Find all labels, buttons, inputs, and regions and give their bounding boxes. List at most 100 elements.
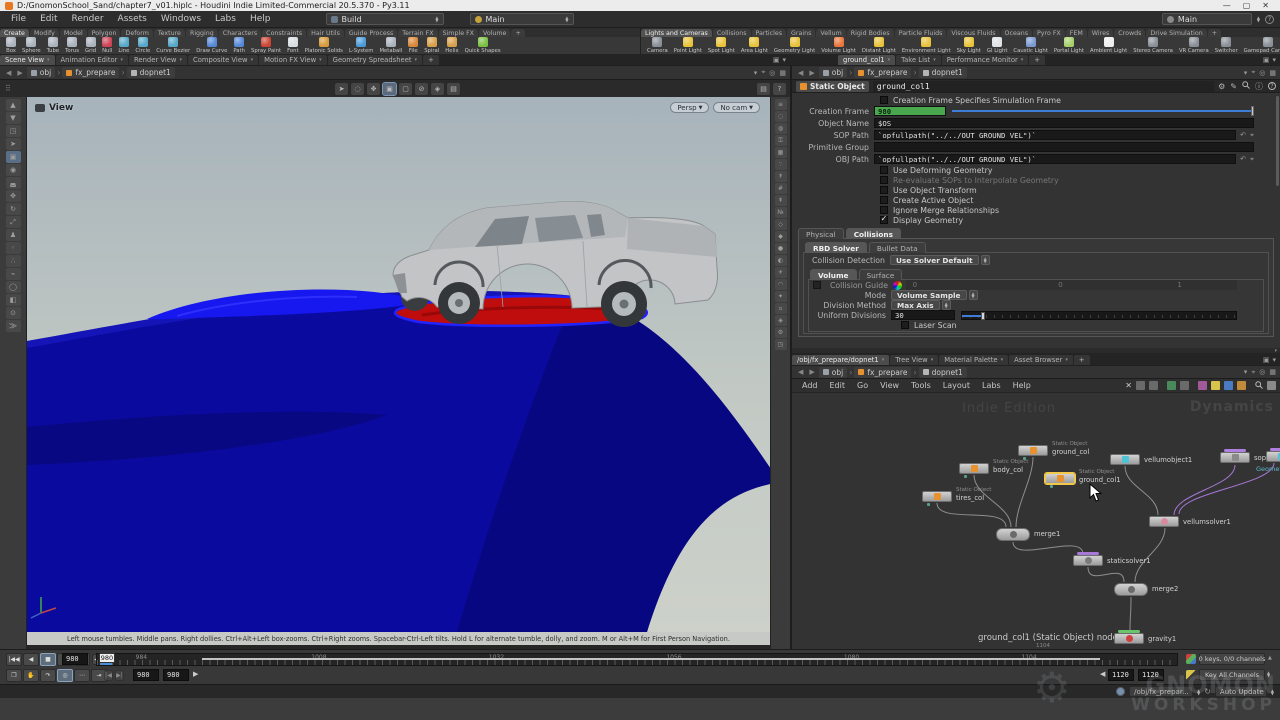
- breadcrumb-fx_prepare[interactable]: fx_prepare: [854, 367, 911, 378]
- breadcrumb-obj[interactable]: obj: [819, 67, 847, 78]
- shelf-tool-geometry-light[interactable]: Geometry Light: [771, 37, 818, 54]
- path-dropdown-icon[interactable]: ▾: [754, 69, 758, 77]
- radial-menu-selector[interactable]: Main: [1162, 13, 1252, 25]
- net-menu-help[interactable]: Help: [1007, 381, 1037, 390]
- shelf-tool-switcher[interactable]: Switcher: [1212, 37, 1241, 54]
- key-mode-selector[interactable]: Key All Channels: [1199, 669, 1265, 681]
- param-tab-physical[interactable]: Physical: [798, 228, 844, 239]
- params-scrollbar[interactable]: [1276, 96, 1279, 186]
- playhead[interactable]: 980: [99, 653, 115, 665]
- rotate-icon[interactable]: ↻: [6, 203, 21, 215]
- param-tab-collisions[interactable]: Collisions: [846, 228, 901, 239]
- jump-to-start-button[interactable]: |◀◀: [6, 653, 22, 666]
- shelf-tab-simple-fx[interactable]: Simple FX: [439, 29, 478, 37]
- scale-icon[interactable]: ⤢: [6, 216, 21, 228]
- shelf-tool-line[interactable]: Line: [115, 37, 132, 54]
- shelf-tool-sky-light[interactable]: Sky Light: [954, 37, 984, 54]
- node-vellumsolver1[interactable]: [1149, 516, 1179, 527]
- solver-tab-rbd-solver[interactable]: RBD Solver: [805, 242, 867, 253]
- back-button[interactable]: ◀: [796, 368, 805, 376]
- net-menu-go[interactable]: Go: [851, 381, 874, 390]
- display-options-icon[interactable]: ⚙: [775, 327, 787, 338]
- uniform-divisions-field[interactable]: 30: [891, 310, 955, 320]
- path-dropdown-icon[interactable]: ▾: [1244, 368, 1248, 376]
- pane-tab-geometry-spreadsheet[interactable]: Geometry Spreadsheet▾: [328, 55, 422, 65]
- select-box-icon[interactable]: ▢: [399, 83, 412, 95]
- pane-tab-take-list[interactable]: Take List▾: [896, 55, 941, 65]
- breadcrumb-fx_prepare[interactable]: fx_prepare: [62, 67, 119, 78]
- ghost-objects-icon[interactable]: ◍: [775, 123, 787, 134]
- magnifier-icon[interactable]: [1242, 81, 1250, 91]
- select-components-icon[interactable]: ◌: [351, 83, 364, 95]
- walk-nav-icon[interactable]: ⨠: [6, 320, 21, 332]
- import-geo-icon[interactable]: ▲: [6, 99, 21, 111]
- secure-selection-icon[interactable]: ▣: [383, 83, 396, 95]
- color-wheel-icon[interactable]: [893, 281, 902, 290]
- shelf-tool-quick-shapes[interactable]: Quick Shapes: [462, 37, 504, 54]
- shelf-tool-sphere[interactable]: Sphere: [19, 37, 44, 54]
- shelf-tool-l-system[interactable]: L-System: [346, 37, 377, 54]
- shelf-tab-hair-utils[interactable]: Hair Utils: [307, 29, 344, 37]
- collision-guide-ramp[interactable]: 001: [906, 280, 1237, 290]
- shelf-tab-model[interactable]: Model: [60, 29, 87, 37]
- node-gravity1[interactable]: [1114, 633, 1144, 644]
- snapshot-icon[interactable]: ▤: [447, 83, 460, 95]
- forward-button[interactable]: ▶: [807, 69, 816, 77]
- projection-selector[interactable]: Persp▼: [670, 102, 709, 113]
- node-staticsolver1[interactable]: [1073, 555, 1103, 566]
- pane-split-icon[interactable]: ▣: [1263, 356, 1270, 364]
- shelf-tool-environment-light[interactable]: Environment Light: [899, 37, 954, 54]
- pane-tab-ground_col1[interactable]: ground_col1▾: [838, 55, 895, 65]
- net-menu-add[interactable]: Add: [796, 381, 824, 390]
- pane-maximize-icon[interactable]: ▦: [779, 69, 786, 77]
- pane-menu-icon[interactable]: ▾: [1272, 56, 1276, 64]
- net-menu-labs[interactable]: Labs: [976, 381, 1007, 390]
- laser-scan-checkbox[interactable]: [901, 321, 909, 329]
- close-button[interactable]: ✕: [1262, 1, 1269, 10]
- viewport-3d[interactable]: View Persp▼ No cam▼: [27, 97, 770, 632]
- shelf-tab-crowds[interactable]: Crowds: [1114, 29, 1145, 37]
- pane-tab-render-view[interactable]: Render View▾: [129, 55, 187, 65]
- revert-icon[interactable]: ↶: [1240, 155, 1246, 163]
- net-list-icon[interactable]: [1149, 381, 1158, 390]
- main-take-selector[interactable]: Main: [470, 13, 574, 25]
- pane-tab-motion-fx-view[interactable]: Motion FX View▾: [259, 55, 327, 65]
- checkbox-use-deforming-geometry[interactable]: [880, 166, 888, 174]
- recook-icon[interactable]: ↻: [1204, 687, 1211, 696]
- pane-tab-animation-editor[interactable]: Animation Editor▾: [56, 55, 128, 65]
- gear-icon[interactable]: ⚙: [1218, 82, 1225, 91]
- shelf-tab-terrain-fx[interactable]: Terrain FX: [398, 29, 437, 37]
- wireframe-icon[interactable]: ◇: [775, 219, 787, 230]
- shelf-tool-caustic-light[interactable]: Caustic Light: [1010, 37, 1050, 54]
- net-tools-icon[interactable]: ✕: [1125, 381, 1132, 390]
- collision-guide-checkbox[interactable]: [813, 281, 821, 289]
- breadcrumb-dopnet1[interactable]: dopnet1: [919, 367, 967, 378]
- net-menu-edit[interactable]: Edit: [824, 381, 852, 390]
- shelf-tool-gamepad-camera[interactable]: Gamepad Camera: [1241, 37, 1280, 54]
- shelf-tab-polygon[interactable]: Polygon: [88, 29, 121, 37]
- secure-selection-lock-icon[interactable]: ▣: [6, 151, 21, 163]
- node-edge_node[interactable]: [1266, 451, 1280, 462]
- material-shaded-icon[interactable]: ◐: [775, 255, 787, 266]
- shelf-tab-fem[interactable]: FEM: [1066, 29, 1087, 37]
- shield-icon[interactable]: ◈: [431, 83, 444, 95]
- net-pane-tab-asset-browser[interactable]: Asset Browser▾: [1009, 355, 1073, 365]
- sop-path-field[interactable]: `opfullpath("../../OUT_GROUND_VEL")`: [874, 130, 1236, 140]
- pane-tab-composite-view[interactable]: Composite View▾: [188, 55, 258, 65]
- collision-detection-dropdown[interactable]: Use Solver Default: [890, 255, 979, 265]
- collision-detection-stepper[interactable]: [981, 255, 990, 265]
- forward-button[interactable]: ▶: [807, 368, 816, 376]
- view-cube-icon[interactable]: ◧: [6, 294, 21, 306]
- lighting-icon[interactable]: ☀: [775, 267, 787, 278]
- shelf-tool-helix[interactable]: Helix: [442, 37, 461, 54]
- shelf-tab-add[interactable]: +: [1208, 29, 1221, 37]
- mode-stepper[interactable]: [969, 290, 978, 300]
- net-grid-icon[interactable]: [1180, 381, 1189, 390]
- checkbox-display-geometry[interactable]: [880, 216, 888, 224]
- primitive-group-field[interactable]: [874, 142, 1254, 152]
- radial-menu-stepper[interactable]: [1257, 16, 1260, 22]
- node-help-icon[interactable]: ?: [1268, 82, 1276, 90]
- net-image-icon[interactable]: [1198, 381, 1207, 390]
- menu-help[interactable]: Help: [243, 14, 278, 24]
- shelf-tab-viscous-fluids[interactable]: Viscous Fluids: [947, 29, 999, 37]
